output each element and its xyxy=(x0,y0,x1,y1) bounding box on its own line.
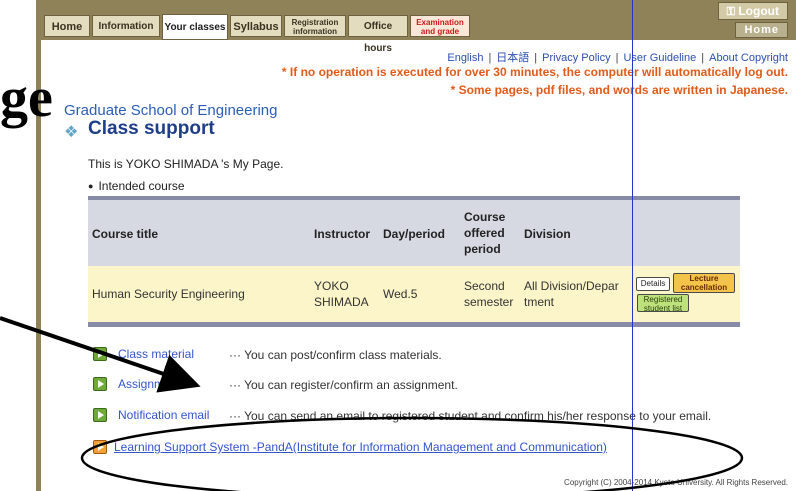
annotation-arrow xyxy=(0,316,201,393)
annotation-overlay xyxy=(0,316,744,491)
annotation-ellipse xyxy=(80,416,744,491)
